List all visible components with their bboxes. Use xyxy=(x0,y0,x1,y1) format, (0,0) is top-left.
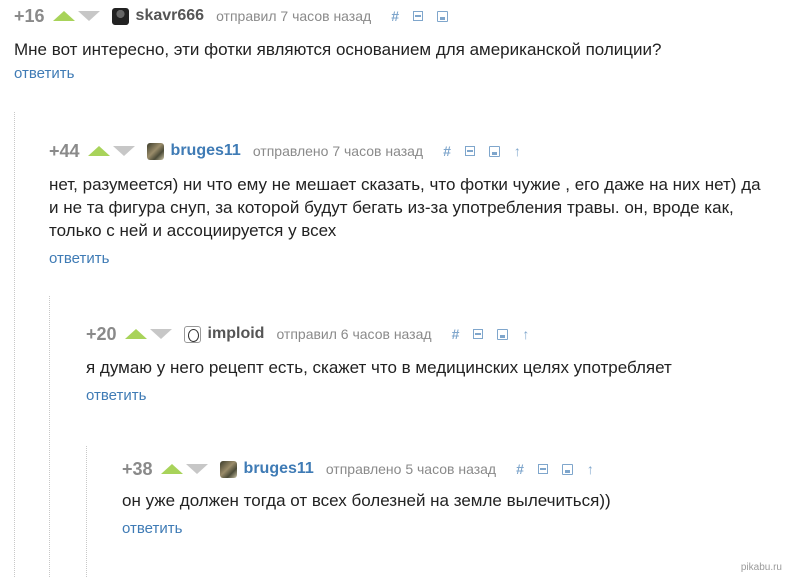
comment-header: +16 skavr666 отправил 7 часов назад # xyxy=(14,4,784,28)
comment-header: +38 bruges11 отправлено 5 часов назад # … xyxy=(122,457,772,481)
hash-link-icon[interactable]: # xyxy=(516,461,524,477)
collapse-icon[interactable] xyxy=(537,464,548,474)
vote-down-icon[interactable] xyxy=(149,329,172,339)
vote-up-icon[interactable] xyxy=(160,464,183,474)
comment-time: отправил 6 часов назад xyxy=(276,326,432,342)
comment: +20 imploid отправил 6 часов назад # ↑ я… xyxy=(86,322,776,405)
comment: +44 bruges11 отправлено 7 часов назад # … xyxy=(49,139,779,268)
avatar[interactable] xyxy=(183,325,201,343)
avatar[interactable] xyxy=(146,142,164,160)
collapse-icon[interactable] xyxy=(464,146,475,156)
comment-rating: +20 xyxy=(86,323,117,344)
reply-link[interactable]: ответить xyxy=(86,387,146,404)
collapse-icon[interactable] xyxy=(473,329,484,339)
vote-up-icon[interactable] xyxy=(124,329,147,339)
hash-link-icon[interactable]: # xyxy=(452,326,460,342)
author-link[interactable]: imploid xyxy=(208,325,265,343)
comment-rating: +16 xyxy=(14,5,45,26)
vote-down-icon[interactable] xyxy=(112,146,135,156)
comment-rating: +44 xyxy=(49,140,80,161)
comment-text: он уже должен тогда от всех болезней на … xyxy=(122,491,611,510)
save-icon[interactable] xyxy=(561,463,573,475)
parent-arrow-icon[interactable]: ↑ xyxy=(587,461,594,477)
author-link[interactable]: bruges11 xyxy=(244,460,314,478)
comment: +38 bruges11 отправлено 5 часов назад # … xyxy=(122,457,772,538)
comment-tools: # ↑ xyxy=(443,143,535,159)
thread-line xyxy=(86,446,87,577)
comment-tools: # ↑ xyxy=(516,461,608,477)
hash-link-icon[interactable]: # xyxy=(391,8,399,24)
author-link[interactable]: skavr666 xyxy=(136,7,205,25)
comment-header: +44 bruges11 отправлено 7 часов назад # … xyxy=(49,139,779,163)
comment-time: отправлено 7 часов назад xyxy=(252,143,424,159)
reply-link[interactable]: ответить xyxy=(122,520,182,537)
parent-arrow-icon[interactable]: ↑ xyxy=(522,326,529,342)
author-link[interactable]: bruges11 xyxy=(171,142,241,160)
comment-time: отправлено 5 часов назад xyxy=(325,461,497,477)
reply-link[interactable]: ответить xyxy=(49,250,109,267)
comment-rating: +38 xyxy=(122,458,153,479)
hash-link-icon[interactable]: # xyxy=(443,143,451,159)
save-icon[interactable] xyxy=(488,145,500,157)
avatar[interactable] xyxy=(111,7,129,25)
comment-text: нет, разумеется) ни что ему не мешает ск… xyxy=(49,175,761,240)
vote-down-icon[interactable] xyxy=(185,464,208,474)
parent-arrow-icon[interactable]: ↑ xyxy=(514,143,521,159)
comment-time: отправил 7 часов назад xyxy=(216,8,372,24)
reply-link[interactable]: ответить xyxy=(14,65,74,82)
comment: +16 skavr666 отправил 7 часов назад # Мн… xyxy=(14,4,784,83)
watermark: pikabu.ru xyxy=(740,562,782,573)
comment-tools: # ↑ xyxy=(452,326,544,342)
comment-header: +20 imploid отправил 6 часов назад # ↑ xyxy=(86,322,776,346)
thread-line xyxy=(14,112,15,577)
comment-tools: # xyxy=(391,8,462,24)
collapse-icon[interactable] xyxy=(412,11,423,21)
vote-up-icon[interactable] xyxy=(52,11,75,21)
save-icon[interactable] xyxy=(497,328,509,340)
thread-line xyxy=(49,296,50,577)
vote-down-icon[interactable] xyxy=(77,11,100,21)
comment-text: я думаю у него рецепт есть, скажет что в… xyxy=(86,358,672,377)
avatar[interactable] xyxy=(219,460,237,478)
vote-up-icon[interactable] xyxy=(87,146,110,156)
comment-text: Мне вот интересно, эти фотки являются ос… xyxy=(14,40,662,59)
save-icon[interactable] xyxy=(436,10,448,22)
